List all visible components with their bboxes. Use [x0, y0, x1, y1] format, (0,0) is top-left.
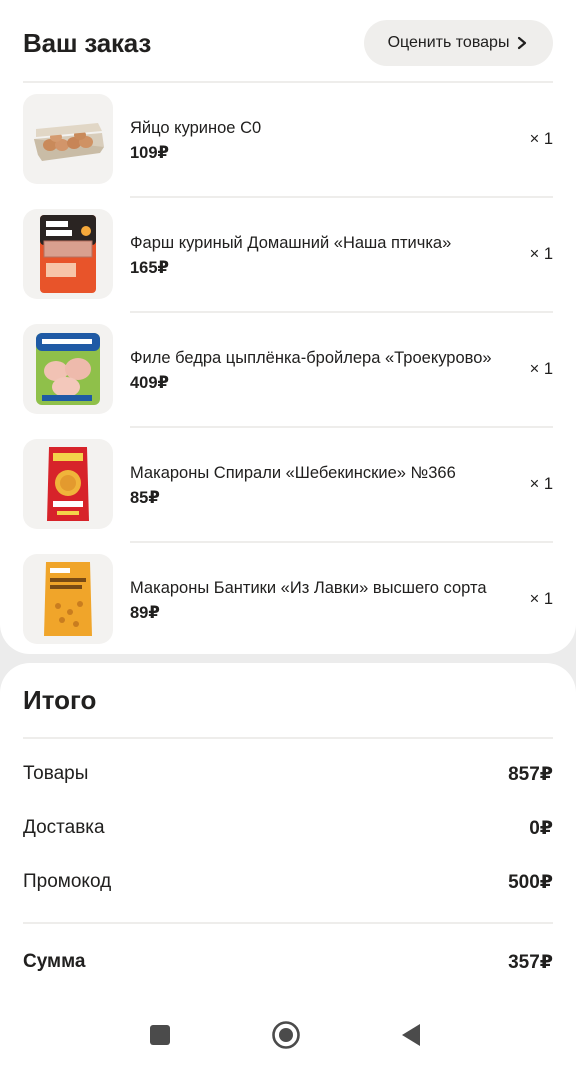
sum-value: 357₽: [508, 952, 553, 973]
chevron-right-icon: [518, 36, 527, 50]
order-card: Ваш заказ Оценить товары Яйцо куриное С0…: [0, 0, 576, 654]
home-icon[interactable]: [271, 1020, 301, 1050]
delivery-row: Доставка 0₽: [23, 817, 553, 845]
order-item[interactable]: Макароны Спирали «Шебекинские» №366 85₽ …: [0, 427, 576, 541]
product-image-minced-chicken: [23, 209, 113, 299]
order-item[interactable]: Филе бедра цыплёнка-бройлера «Троекурово…: [0, 312, 576, 426]
divider: [23, 737, 553, 739]
item-quantity: × 1: [529, 360, 553, 378]
order-item[interactable]: Макароны Бантики «Из Лавки» высшего сорт…: [0, 542, 576, 656]
item-quantity: × 1: [529, 590, 553, 608]
item-quantity: × 1: [529, 130, 553, 148]
item-name: Яйцо куриное С0: [130, 119, 262, 137]
promo-row: Промокод 500₽: [23, 871, 553, 899]
goods-row: Товары 857₽: [23, 763, 553, 791]
item-quantity: × 1: [529, 245, 553, 263]
order-item[interactable]: Яйцо куриное С0 109₽ × 1: [0, 82, 576, 196]
item-name: Филе бедра цыплёнка-бройлера «Троекурово…: [130, 349, 492, 367]
item-name: Макароны Бантики «Из Лавки» высшего сорт…: [130, 579, 487, 597]
delivery-label: Доставка: [23, 817, 105, 838]
sum-row: Сумма 357₽: [23, 951, 553, 979]
item-price: 109₽: [130, 144, 170, 162]
item-price: 165₽: [130, 259, 170, 277]
item-price: 85₽: [130, 489, 160, 507]
promo-label: Промокод: [23, 871, 112, 892]
product-image-eggs: [23, 94, 113, 184]
order-title: Ваш заказ: [23, 28, 152, 58]
sum-label: Сумма: [23, 951, 86, 972]
product-image-pasta-spirals: [23, 439, 113, 529]
item-price: 89₽: [130, 604, 160, 622]
divider: [23, 922, 553, 924]
item-price: 409₽: [130, 374, 170, 392]
rate-items-button[interactable]: Оценить товары: [364, 20, 553, 66]
item-name: Макароны Спирали «Шебекинские» №366: [130, 464, 456, 482]
item-name: Фарш куриный Домашний «Наша птичка»: [130, 234, 452, 252]
back-icon[interactable]: [396, 1020, 426, 1050]
product-image-chicken-thigh: [23, 324, 113, 414]
delivery-value: 0₽: [529, 818, 553, 839]
order-header: Ваш заказ Оценить товары: [23, 20, 553, 66]
recent-apps-icon[interactable]: [145, 1020, 175, 1050]
goods-label: Товары: [23, 763, 89, 784]
order-item[interactable]: Фарш куриный Домашний «Наша птичка» 165₽…: [0, 197, 576, 311]
rate-items-label: Оценить товары: [387, 34, 510, 51]
promo-value: 500₽: [508, 872, 553, 893]
product-image-pasta-bows: [23, 554, 113, 644]
system-navbar: [0, 1005, 576, 1065]
item-quantity: × 1: [529, 475, 553, 493]
goods-value: 857₽: [508, 764, 553, 785]
totals-title: Итого: [23, 685, 97, 715]
